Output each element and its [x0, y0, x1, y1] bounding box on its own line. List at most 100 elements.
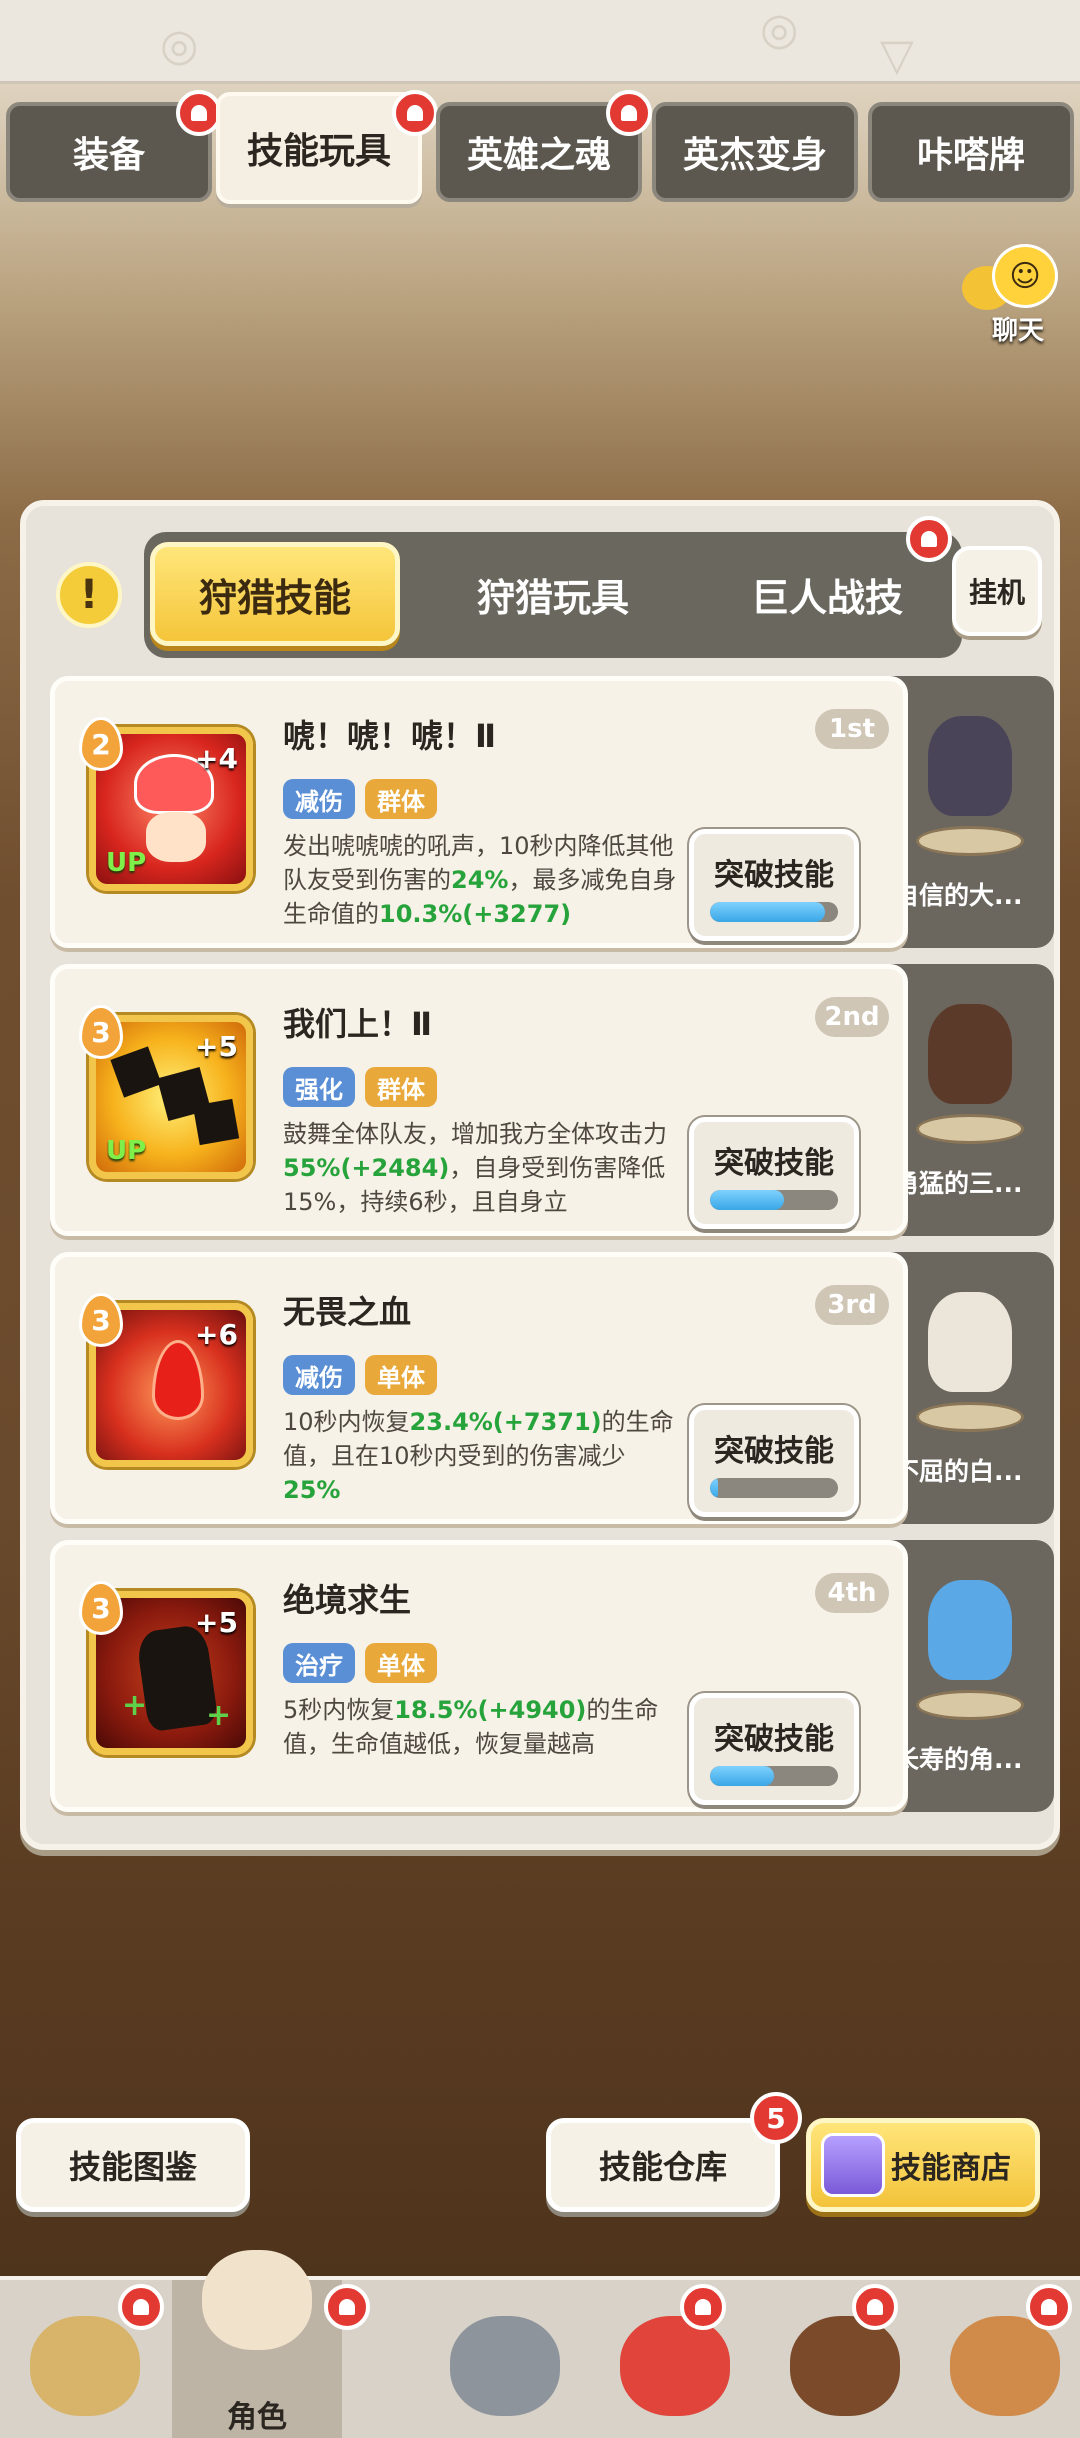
- skill-card[interactable]: 3 +6 无畏之血 3rd 减伤 单体 10秒内恢复23.4%(+7371)的生…: [50, 1252, 908, 1524]
- whale-pet-icon: [906, 1570, 1032, 1720]
- swirl-decor-icon: ◎: [760, 4, 799, 55]
- breakthrough-progress-bar: [710, 1190, 838, 1210]
- pet-name: 勇猛的三...: [894, 1169, 1023, 1198]
- skill-title: 无畏之血: [283, 1293, 412, 1331]
- skill-rank-badge: 2nd: [815, 997, 889, 1037]
- button-label: 突破技能: [714, 1722, 834, 1757]
- skill-title: 绝境求生: [283, 1581, 412, 1619]
- tab-label: 装备: [72, 135, 145, 176]
- nav-item-pets[interactable]: [590, 2280, 760, 2438]
- chat-button[interactable]: ☺ 聊天: [962, 244, 1066, 346]
- notification-bell-icon: [1026, 2284, 1072, 2330]
- skill-warehouse-button[interactable]: 技能仓库: [546, 2118, 780, 2212]
- skills-panel: ! 狩猎技能 狩猎玩具 巨人战技 挂机 自信的大... 2 +4 UP 唬！唬！…: [20, 500, 1060, 1850]
- breakthrough-progress-bar: [710, 1478, 838, 1498]
- desc-text: 鼓舞全体队友，增加我方全体攻击力: [283, 1120, 667, 1148]
- nav-item-character[interactable]: 角色: [172, 2250, 342, 2438]
- skill-level-badge: 2: [79, 717, 123, 771]
- skill-tag: 单体: [365, 1355, 437, 1395]
- skill-tag: 群体: [365, 779, 437, 819]
- skill-description: 发出唬唬唬的吼声，10秒内降低其他队友受到伤害的24%，最多减免自身生命值的10…: [283, 829, 683, 941]
- tab-label: 咔嗒牌: [916, 135, 1025, 176]
- button-label: 技能图鉴: [68, 2148, 197, 2186]
- subtab-label: 巨人战技: [750, 575, 903, 620]
- skill-row: 勇猛的三... 3 +5 UP 我们上！Ⅱ 2nd 强化 群体 鼓舞全体队友，增…: [50, 964, 1054, 1236]
- desc-ellipsis: ...: [283, 1222, 306, 1229]
- nav-item-equipment[interactable]: [420, 2280, 590, 2438]
- breakthrough-progress-bar: [710, 1766, 838, 1786]
- bottom-navigation: 角色: [0, 2250, 1080, 2438]
- desc-text: 5秒内恢复: [283, 1696, 395, 1724]
- info-icon[interactable]: !: [56, 562, 122, 628]
- desc-highlight: 10.3%(+3277): [379, 900, 572, 928]
- goat-pet-icon: [906, 706, 1032, 856]
- swirl-decor-icon: ◎: [160, 20, 199, 71]
- button-label: 突破技能: [714, 1146, 834, 1181]
- button-label: 技能商店: [891, 2151, 1011, 2186]
- red-dino-icon: [620, 2316, 730, 2416]
- pet-name: 自信的大...: [894, 881, 1023, 910]
- desc-highlight: 25%: [283, 1476, 341, 1504]
- shop-icon: [821, 2133, 885, 2197]
- skill-plus-badge: +6: [195, 1318, 238, 1351]
- goat-white-pet-icon: [906, 1282, 1032, 1432]
- stone-golem-icon: [950, 2316, 1060, 2416]
- nav-item-companion[interactable]: [760, 2280, 930, 2438]
- skill-tags: 减伤 单体: [283, 1355, 437, 1395]
- caveman-avatar-icon: [30, 2316, 140, 2416]
- skill-description: 5秒内恢复18.5%(+4940)的生命值，生命值越低，恢复量越高: [283, 1693, 683, 1805]
- smiley-icon: ☺: [992, 244, 1058, 308]
- triangle-decor-icon: ▽: [880, 30, 914, 81]
- bear-pet-icon: [790, 2316, 900, 2416]
- progress-fill: [710, 902, 826, 922]
- breakthrough-skill-button[interactable]: 突破技能: [689, 1693, 859, 1805]
- sub-tab-bar: 狩猎技能 狩猎玩具 巨人战技: [144, 532, 962, 658]
- tab-skill-toys[interactable]: 技能玩具: [216, 92, 422, 204]
- skill-card[interactable]: 2 +4 UP 唬！唬！唬！Ⅱ 1st 减伤 群体 发出唬唬唬的吼声，10秒内降…: [50, 676, 908, 948]
- skill-row: 不屈的白... 3 +6 无畏之血 3rd 减伤 单体 10秒内恢复23.4%(…: [50, 1252, 1054, 1524]
- skill-title: 唬！唬！唬！Ⅱ: [283, 717, 497, 755]
- subtab-label: 狩猎玩具: [476, 575, 629, 620]
- skill-title: 我们上！Ⅱ: [283, 1005, 433, 1043]
- pet-name: 长寿的角...: [894, 1745, 1023, 1774]
- tab-hero-transform[interactable]: 英杰变身: [652, 102, 858, 202]
- subtab-hunting-skills[interactable]: 狩猎技能: [150, 542, 400, 646]
- skill-plus-badge: +5: [195, 1606, 238, 1639]
- subtab-hunting-toys[interactable]: 狩猎玩具: [428, 542, 678, 646]
- desc-ellipsis: ...: [283, 934, 306, 941]
- skill-card[interactable]: 3 + + +5 绝境求生 4th 治疗 单体 5秒内恢复18.5%(+4940…: [50, 1540, 908, 1812]
- skill-tag: 强化: [283, 1067, 355, 1107]
- skill-rank-badge: 4th: [815, 1573, 889, 1613]
- skill-description: 10秒内恢复23.4%(+7371)的生命值，且在10秒内受到的伤害减少 25%: [283, 1405, 683, 1517]
- skill-plus-badge: +4: [195, 742, 238, 775]
- skill-level-badge: 3: [79, 1293, 123, 1347]
- sword-shield-icon: [450, 2316, 560, 2416]
- desc-highlight: 24%: [451, 866, 509, 894]
- breakthrough-skill-button[interactable]: 突破技能: [689, 1117, 859, 1229]
- breakthrough-skill-button[interactable]: 突破技能: [689, 829, 859, 941]
- tab-card[interactable]: 咔嗒牌: [868, 102, 1074, 202]
- notification-bell-icon: [852, 2284, 898, 2330]
- skill-level-badge: 3: [79, 1005, 123, 1059]
- skill-card[interactable]: 3 +5 UP 我们上！Ⅱ 2nd 强化 群体 鼓舞全体队友，增加我方全体攻击力…: [50, 964, 908, 1236]
- tab-label: 英杰变身: [682, 135, 827, 176]
- progress-fill: [710, 1190, 785, 1210]
- skill-shop-button[interactable]: 技能商店: [806, 2118, 1040, 2212]
- notification-bell-icon: [906, 516, 952, 562]
- idle-button[interactable]: 挂机: [952, 546, 1042, 636]
- desc-text: 10秒内恢复: [283, 1408, 410, 1436]
- notification-bell-icon: [324, 2284, 370, 2330]
- nav-label: 角色: [227, 2400, 287, 2435]
- skill-tags: 强化 群体: [283, 1067, 437, 1107]
- skill-tag: 减伤: [283, 1355, 355, 1395]
- desc-highlight: 23.4%(+7371): [409, 1408, 602, 1436]
- skill-tag: 单体: [365, 1643, 437, 1683]
- breakthrough-progress-bar: [710, 902, 838, 922]
- top-decor-strip: ◎ ◎ ▽: [0, 0, 1080, 84]
- skill-rank-badge: 1st: [815, 709, 889, 749]
- skill-up-badge: UP: [106, 1136, 147, 1166]
- skill-codex-button[interactable]: 技能图鉴: [16, 2118, 250, 2212]
- triceratops-pet-icon: [906, 994, 1032, 1144]
- breakthrough-skill-button[interactable]: 突破技能: [689, 1405, 859, 1517]
- tab-label: 英雄之魂: [466, 135, 611, 176]
